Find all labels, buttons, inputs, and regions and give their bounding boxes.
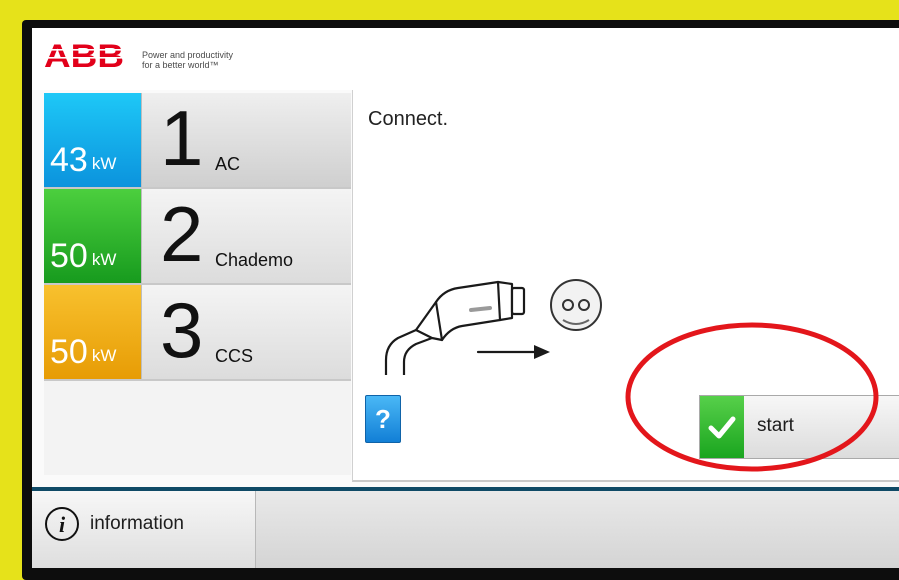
connector-3-power-unit: kW xyxy=(91,346,117,365)
connector-3-power-value: 50 xyxy=(50,333,88,371)
connector-2-number: 2 xyxy=(160,190,204,278)
information-label: information xyxy=(90,513,184,534)
connector-2-power-unit: kW xyxy=(91,250,117,269)
footer-bar: i information xyxy=(32,491,899,568)
arrow-right-icon xyxy=(534,345,550,359)
connector-1-power-unit: kW xyxy=(91,154,117,173)
connector-3-info: 3 CCS xyxy=(141,285,351,379)
start-button[interactable]: start xyxy=(699,395,899,459)
brand-tagline: Power and productivity for a better worl… xyxy=(142,50,233,70)
info-icon: i xyxy=(45,507,79,541)
connector-2-info: 2 Chademo xyxy=(141,189,351,283)
connector-1-type: AC xyxy=(215,154,241,174)
abb-logo: ABB xyxy=(43,40,127,70)
start-button-label: start xyxy=(757,415,794,436)
connector-1-number: 1 xyxy=(160,94,204,182)
checkmark-icon xyxy=(700,396,744,458)
connector-2-type: Chademo xyxy=(215,250,294,270)
connector-3-power: 50 kW xyxy=(44,285,141,379)
charging-plug-icon xyxy=(384,279,602,375)
socket-icon xyxy=(550,279,602,331)
connector-2-power-value: 50 xyxy=(50,237,88,275)
connector-1-power: 43 kW xyxy=(44,93,141,187)
connector-1-info: 1 AC xyxy=(141,93,351,187)
tagline-line-1: Power and productivity xyxy=(142,50,234,60)
checkmark-glyph xyxy=(708,416,736,439)
help-button[interactable]: ? xyxy=(365,395,401,443)
header: ABB Power and productivity for a better … xyxy=(32,28,899,90)
connector-2-button[interactable]: 50 kW 2 Chademo xyxy=(44,189,351,285)
charger-screen: ABB Power and productivity for a better … xyxy=(32,28,899,568)
connector-1-button[interactable]: 43 kW 1 AC xyxy=(44,93,351,189)
connector-3-button[interactable]: 50 kW 3 CCS xyxy=(44,285,351,381)
abb-logo-mark: ABB xyxy=(43,40,127,70)
instruction-text: Connect. xyxy=(368,108,449,130)
connector-list-filler xyxy=(44,381,351,475)
connector-3-number: 3 xyxy=(160,286,204,374)
svg-text:ABB: ABB xyxy=(44,40,124,70)
connector-3-type: CCS xyxy=(215,346,254,366)
tagline-line-2: for a better world™ xyxy=(142,60,219,70)
connector-2-power: 50 kW xyxy=(44,189,141,283)
connector-1-power-value: 43 xyxy=(50,141,88,179)
information-button[interactable]: i information xyxy=(32,491,256,568)
main-panel: Connect. ? start xyxy=(352,90,899,482)
